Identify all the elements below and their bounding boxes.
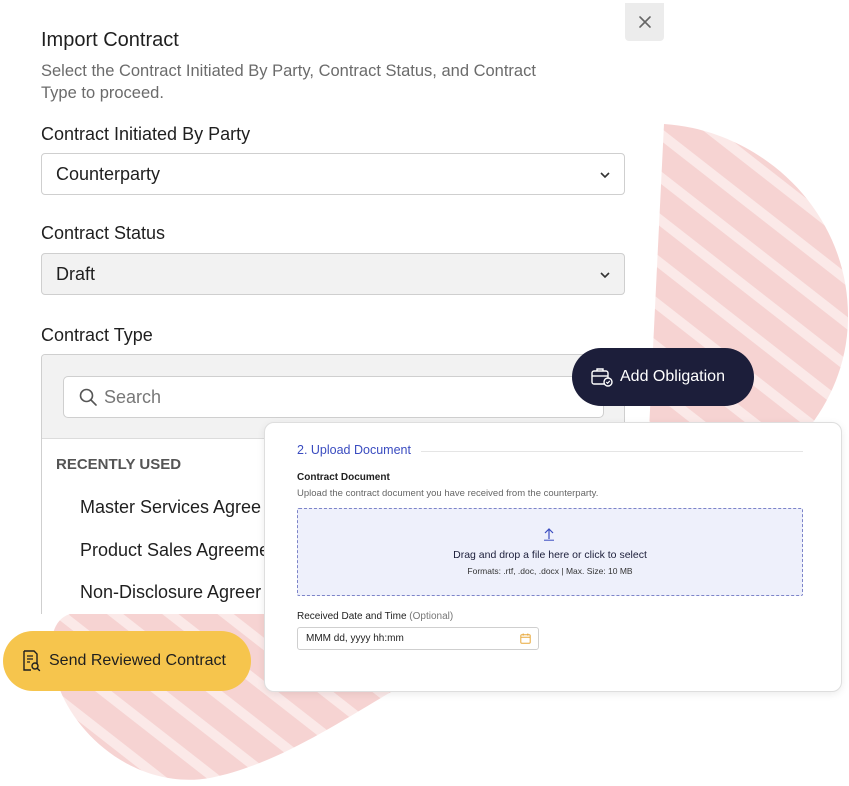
status-select[interactable]: Draft: [41, 253, 625, 295]
page-title: Import Contract: [41, 29, 179, 51]
search-icon: [79, 388, 97, 406]
upload-document-card: 2. Upload Document Contract Document Upl…: [264, 422, 842, 692]
document-search-icon: [23, 650, 41, 672]
close-button[interactable]: [625, 3, 664, 41]
initiated-by-select[interactable]: Counterparty: [41, 153, 625, 195]
initiated-by-label: Contract Initiated By Party: [41, 124, 251, 144]
contract-type-label: Contract Type: [41, 325, 153, 345]
initiated-by-value: Counterparty: [56, 163, 161, 184]
contract-document-label: Contract Document: [297, 472, 390, 483]
search-input[interactable]: Search: [63, 376, 604, 418]
calendar-icon: [520, 633, 531, 644]
search-placeholder: Search: [104, 386, 162, 407]
close-icon: [638, 16, 651, 28]
file-drop-zone[interactable]: Drag and drop a file here or click to se…: [297, 508, 803, 596]
obligation-icon: [591, 368, 613, 387]
received-date-input[interactable]: MMM dd, yyyy hh:mm: [297, 627, 539, 650]
drop-zone-formats: Formats: .rtf, .doc, .docx | Max. Size: …: [467, 566, 633, 576]
list-item[interactable]: Non-Disclosure Agreer: [80, 582, 261, 603]
status-value: Draft: [56, 263, 96, 284]
status-label: Contract Status: [41, 223, 166, 243]
list-item[interactable]: Master Services Agree: [80, 497, 261, 518]
upload-step-title: 2. Upload Document: [297, 443, 421, 457]
received-date-label-text: Received Date and Time: [297, 611, 407, 622]
recently-used-heading: RECENTLY USED: [56, 456, 182, 473]
send-reviewed-label: Send Reviewed Contract: [49, 652, 226, 669]
date-placeholder: MMM dd, yyyy hh:mm: [306, 633, 404, 644]
drop-zone-text: Drag and drop a file here or click to se…: [453, 549, 647, 561]
received-date-label: Received Date and Time (Optional): [297, 611, 453, 622]
chevron-down-icon: [600, 272, 610, 279]
page-subtitle: Select the Contract Initiated By Party, …: [41, 62, 536, 102]
send-reviewed-contract-button[interactable]: Send Reviewed Contract: [3, 631, 251, 691]
optional-tag: (Optional): [409, 611, 454, 622]
upload-arrow-icon: [544, 528, 554, 541]
chevron-down-icon: [600, 172, 610, 179]
list-item[interactable]: Product Sales Agreeme: [80, 540, 269, 561]
add-obligation-button[interactable]: Add Obligation: [572, 348, 754, 406]
add-obligation-label: Add Obligation: [620, 368, 725, 385]
contract-document-description: Upload the contract document you have re…: [297, 488, 599, 499]
